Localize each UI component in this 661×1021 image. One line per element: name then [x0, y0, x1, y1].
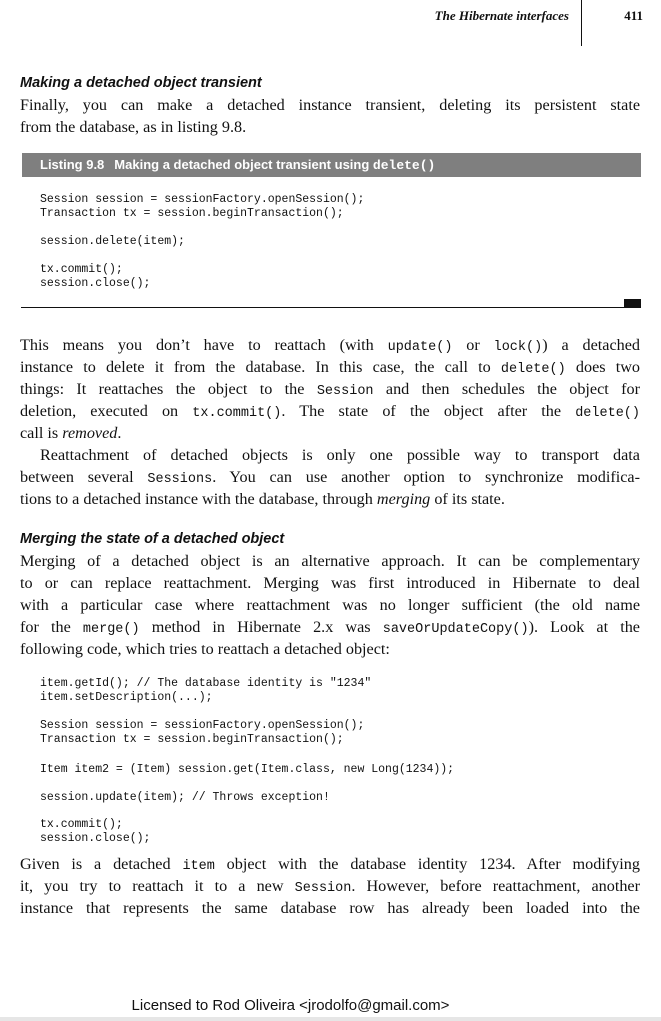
code-line: tx.commit();	[40, 818, 123, 831]
text-line: instance to delete it from the database.…	[20, 358, 640, 377]
text-line: tions to a detached instance with the da…	[20, 490, 505, 508]
code-line: Transaction tx = session.beginTransactio…	[40, 733, 344, 746]
code-line: Session session = sessionFactory.openSes…	[40, 193, 365, 206]
intro-paragraph: Finally, you can make a detached instanc…	[20, 94, 640, 138]
text-line: call is removed.	[20, 424, 122, 442]
text-line: to or can replace reattachment. Merging …	[20, 574, 640, 592]
text-line: Finally, you can make a detached instanc…	[20, 96, 640, 114]
code-line: tx.commit();	[40, 263, 123, 276]
text-line: following code, which tries to reattach …	[20, 640, 390, 658]
listing-bottom-rule	[21, 307, 641, 308]
listing-caption-code: delete()	[372, 158, 436, 173]
inline-code: delete()	[575, 406, 640, 421]
code-line: Transaction tx = session.beginTransactio…	[40, 207, 344, 220]
inline-code: Session	[316, 384, 374, 399]
inline-code: update()	[387, 340, 453, 355]
section-heading-detached-transient: Making a detached object transient	[20, 75, 262, 91]
text-line: between several Sessions. You can use an…	[20, 468, 640, 487]
running-title: The Hibernate interfaces	[434, 8, 569, 23]
text-line: This means you don’t have to reattach (w…	[20, 336, 641, 355]
header-divider	[581, 0, 582, 46]
inline-code: lock()	[493, 340, 543, 355]
text-line: from the database, as in listing 9.8.	[20, 118, 247, 136]
body-paragraph: Reattachment of detached objects is only…	[20, 444, 640, 510]
body-paragraph: Merging of a detached object is an alter…	[20, 550, 640, 660]
inline-code: Session	[294, 881, 352, 896]
code-line: item.setDescription(...);	[40, 691, 213, 704]
inline-code: saveOrUpdateCopy()	[382, 622, 529, 637]
license-footer: Licensed to Rod Oliveira <jrodolfo@gmail…	[131, 997, 450, 1014]
listing-end-marker	[624, 299, 641, 307]
text-line: Merging of a detached object is an alter…	[20, 552, 640, 570]
text-line: Reattachment of detached objects is only…	[40, 446, 640, 464]
inline-code: Sessions	[147, 472, 213, 487]
body-paragraph: This means you don’t have to reattach (w…	[20, 334, 640, 444]
inline-code: delete()	[500, 362, 566, 377]
text-line: Given is a detached item object with the…	[20, 855, 640, 874]
page-bottom-edge	[0, 1017, 661, 1021]
text-line: things: It reattaches the object to the …	[20, 380, 640, 399]
text-line: for the merge() method in Hibernate 2.x …	[20, 618, 640, 637]
text-line: with a particular case where reattachmen…	[20, 596, 640, 614]
page-number: 411	[624, 8, 643, 23]
listing-caption-bar: Listing 9.8 Making a detached object tran…	[22, 153, 641, 177]
listing-caption: Making a detached object transient using	[114, 157, 370, 172]
section-heading-merging: Merging the state of a detached object	[20, 531, 285, 547]
text-line: deletion, executed on tx.commit(). The s…	[20, 402, 640, 421]
inline-code: tx.commit()	[192, 406, 282, 421]
body-paragraph: Given is a detached item object with the…	[20, 853, 640, 919]
code-line: item.getId(); // The database identity i…	[40, 677, 372, 690]
inline-code: merge()	[82, 622, 140, 637]
emphasis: merging	[376, 490, 431, 508]
code-line: session.delete(item);	[40, 235, 185, 248]
code-line: session.close();	[40, 832, 151, 845]
text-line: it, you try to reattach it to a new Sess…	[20, 877, 640, 896]
code-line: Item item2 = (Item) session.get(Item.cla…	[40, 763, 455, 776]
text-line: instance that represents the same databa…	[20, 899, 640, 917]
emphasis: removed	[62, 424, 118, 442]
listing-label: Listing 9.8	[40, 157, 105, 172]
code-line: session.close();	[40, 277, 151, 290]
code-line: session.update(item); // Throws exceptio…	[40, 791, 330, 804]
code-line: Session session = sessionFactory.openSes…	[40, 719, 365, 732]
inline-code: item	[182, 859, 215, 874]
